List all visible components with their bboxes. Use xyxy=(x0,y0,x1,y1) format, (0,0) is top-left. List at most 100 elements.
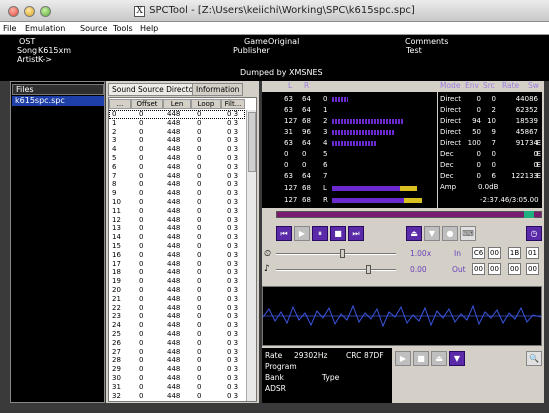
table-cell: 0 xyxy=(139,110,144,118)
menu-emulation[interactable]: Emulation xyxy=(25,24,65,33)
table-row[interactable]: 3 0 448 0 0 3 xyxy=(109,136,245,145)
table-row[interactable]: 28 0 448 0 0 3 xyxy=(109,356,245,365)
menu-source[interactable]: Source xyxy=(80,24,107,33)
zoom-icon[interactable]: 🔍 xyxy=(526,351,542,366)
sample-stop-button[interactable]: ■ xyxy=(413,351,429,366)
table-row[interactable]: 20 0 448 0 0 3 xyxy=(109,286,245,295)
meter-vol-l: 31 xyxy=(284,128,293,136)
table-row[interactable]: 13 0 448 0 0 3 xyxy=(109,224,245,233)
table-row[interactable]: 5 0 448 0 0 3 xyxy=(109,154,245,163)
col-header-index[interactable]: ... xyxy=(109,99,131,109)
table-row[interactable]: 19 0 448 0 0 3 xyxy=(109,277,245,286)
in-port-2[interactable]: 1B xyxy=(508,247,521,259)
table-row[interactable]: 32 0 448 0 0 3 xyxy=(109,392,245,401)
stop-button[interactable]: ■ xyxy=(330,226,346,241)
voice-meter: 63 64 0 63 64 1 127 68 2 31 96 3 63 64 4 0 0 5 0 0 6 63 64 7 127… xyxy=(262,92,437,208)
tab-sound-source-directory[interactable]: Sound Source Directory xyxy=(108,83,205,96)
fast-forward-button[interactable]: ⏭ xyxy=(348,226,364,241)
table-row[interactable]: 25 0 448 0 0 3 xyxy=(109,330,245,339)
table-row[interactable]: 6 0 448 0 0 3 xyxy=(109,163,245,172)
speed-icon: ⏲ xyxy=(264,249,272,259)
voice-status-cell: Dec xyxy=(440,172,454,180)
table-cell: 0 xyxy=(139,180,144,189)
sample-play-button[interactable]: ▶ xyxy=(395,351,411,366)
table-row[interactable]: 17 0 448 0 0 3 xyxy=(109,260,245,269)
voice-status-cell: 10 xyxy=(487,117,496,125)
meter-vol-r: 96 xyxy=(302,128,311,136)
table-row[interactable]: 8 0 448 0 0 3 xyxy=(109,180,245,189)
scrollbar-thumb[interactable] xyxy=(248,112,256,172)
table-cell: 17 xyxy=(112,259,121,268)
speed-slider-track[interactable] xyxy=(276,253,396,255)
pitch-slider-track[interactable] xyxy=(276,269,396,271)
table-row[interactable]: 7 0 448 0 0 3 xyxy=(109,172,245,181)
voice-status-cell: 0 xyxy=(491,95,496,103)
timer-button[interactable]: ◷ xyxy=(526,226,542,241)
keyboard-button[interactable]: ⌨ xyxy=(460,226,476,241)
skip-start-button[interactable]: ⏮ xyxy=(276,226,292,241)
table-cell: 0 xyxy=(197,329,202,338)
table-row[interactable]: 27 0 448 0 0 3 xyxy=(109,348,245,357)
table-row[interactable]: 18 0 448 0 0 3 xyxy=(109,268,245,277)
table-cell: 448 xyxy=(167,285,181,294)
meter-vol-r: 64 xyxy=(302,139,311,147)
table-cell: 0 3 xyxy=(227,321,239,330)
table-cell: 0 xyxy=(197,136,202,145)
table-row[interactable]: 16 0 448 0 0 3 xyxy=(109,251,245,260)
speed-slider-knob[interactable] xyxy=(340,249,345,258)
table-cell: 21 xyxy=(112,294,121,303)
table-row[interactable]: 21 0 448 0 0 3 xyxy=(109,295,245,304)
table-row[interactable]: 11 0 448 0 0 3 xyxy=(109,207,245,216)
position-bar[interactable] xyxy=(276,211,542,218)
table-row[interactable]: 4 0 448 0 0 3 xyxy=(109,145,245,154)
table-row[interactable]: 23 0 448 0 0 3 xyxy=(109,312,245,321)
sample-eject-button[interactable]: ⏏ xyxy=(431,351,447,366)
col-header-len[interactable]: Len xyxy=(163,99,191,109)
in-port-0[interactable]: C6 xyxy=(472,247,485,259)
pitch-slider-knob[interactable] xyxy=(366,265,371,274)
table-row[interactable]: 1 0 448 0 0 3 xyxy=(109,119,245,128)
table-cell: 8 xyxy=(112,180,117,189)
play-button[interactable]: ▶ xyxy=(294,226,310,241)
file-item-selected[interactable]: k615spc.spc xyxy=(12,96,104,106)
menu-file[interactable]: File xyxy=(3,24,16,33)
voice-status-cell: 44086 xyxy=(515,95,538,103)
voice-status-cell: 100 xyxy=(467,139,481,147)
pause-button[interactable]: ⏸ xyxy=(312,226,328,241)
table-row[interactable]: 12 0 448 0 0 3 xyxy=(109,216,245,225)
table-scrollbar[interactable] xyxy=(246,110,256,401)
col-header-loop[interactable]: Loop xyxy=(191,99,221,109)
table-cell: 2 xyxy=(112,127,117,136)
table-row[interactable]: 29 0 448 0 0 3 xyxy=(109,365,245,374)
table-row[interactable]: 22 0 448 0 0 3 xyxy=(109,304,245,313)
col-header-offset[interactable]: Offset xyxy=(131,99,163,109)
table-row[interactable]: 10 0 448 0 0 3 xyxy=(109,198,245,207)
menu-tools[interactable]: Tools xyxy=(113,24,133,33)
table-cell: 0 xyxy=(139,277,144,286)
table-row[interactable]: 15 0 448 0 0 3 xyxy=(109,242,245,251)
table-row[interactable]: 0 0 448 0 0 3 xyxy=(109,110,245,119)
table-row[interactable]: 2 0 448 0 0 3 xyxy=(109,128,245,137)
table-row[interactable]: 30 0 448 0 0 3 xyxy=(109,374,245,383)
in-port-1[interactable]: 00 xyxy=(488,247,501,259)
record-button[interactable]: ● xyxy=(442,226,458,241)
table-row[interactable]: 14 0 448 0 0 3 xyxy=(109,233,245,242)
table-row[interactable]: 31 0 448 0 0 3 xyxy=(109,383,245,392)
table-cell: 0 xyxy=(139,259,144,268)
table-row[interactable]: 26 0 448 0 0 3 xyxy=(109,339,245,348)
down-button[interactable]: ▼ xyxy=(424,226,440,241)
tab-information[interactable]: Information xyxy=(192,83,244,96)
table-cell: 19 xyxy=(112,277,121,286)
type-label: Type xyxy=(322,373,340,382)
game-value: Original xyxy=(268,37,300,46)
chan-header-mode: Mode xyxy=(440,81,461,90)
col-header-filter[interactable]: Filt... xyxy=(221,99,245,109)
sample-down-button[interactable]: ▼ xyxy=(449,351,465,366)
table-row[interactable]: 9 0 448 0 0 3 xyxy=(109,189,245,198)
in-port-3[interactable]: 01 xyxy=(526,247,539,259)
eject-button[interactable]: ⏏ xyxy=(406,226,422,241)
menu-help[interactable]: Help xyxy=(140,24,158,33)
table-row[interactable]: 24 0 448 0 0 3 xyxy=(109,321,245,330)
table-cell: 0 xyxy=(112,110,117,118)
voice-status-cell: E xyxy=(536,150,541,158)
